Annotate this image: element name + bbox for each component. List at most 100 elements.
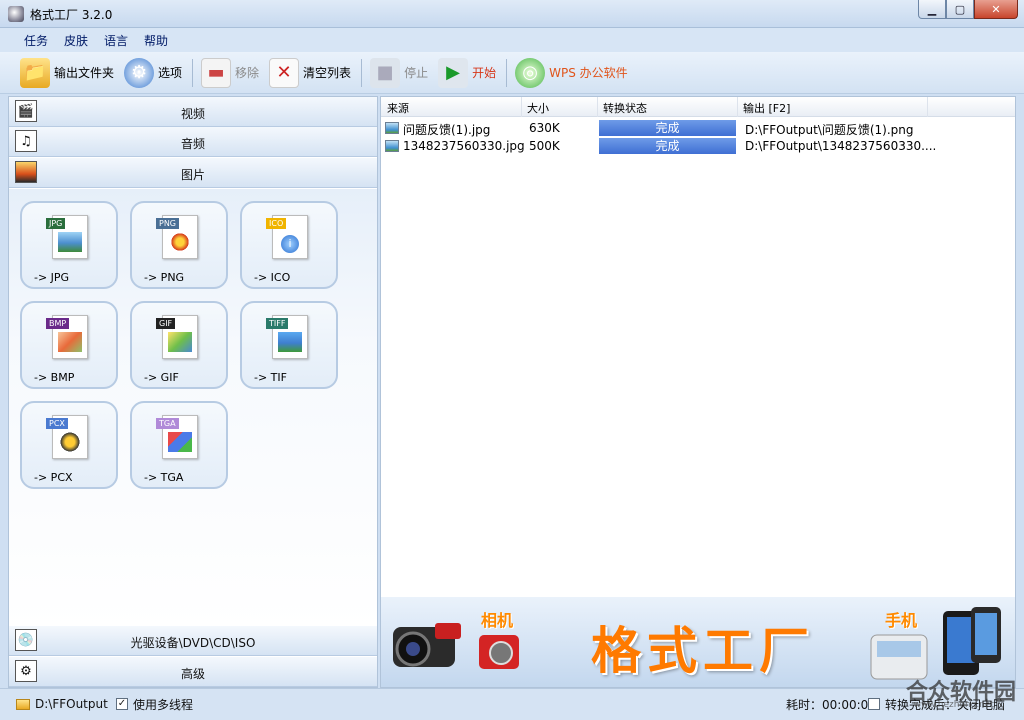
wps-button[interactable]: ◎ WPS 办公软件 [515, 56, 628, 90]
menu-language[interactable]: 语言 [96, 32, 136, 49]
camera-label: 相机 [481, 611, 514, 630]
category-rom-label: 光驱设备\DVD\CD\ISO [130, 636, 256, 650]
shapes-icon [168, 332, 192, 352]
options-label: 选项 [158, 66, 183, 80]
folder-icon: 📁 [20, 57, 50, 88]
output-folder-label: 输出文件夹 [54, 66, 115, 80]
title-bar: 格式工厂 3.2.0 ▁ ▢ ✕ [0, 0, 1024, 28]
toolbar-separator [192, 58, 194, 87]
image-format-grid: JPG -> JPG PNG -> PNG ICO i -> ICO BMP -… [9, 189, 377, 629]
column-divider[interactable] [737, 97, 738, 117]
stop-icon: ■ [370, 57, 401, 88]
format-label: -> ICO [254, 271, 291, 284]
elapsed-label: 耗时：00:00:01 [786, 697, 876, 712]
category-audio-label: 音频 [180, 137, 205, 151]
format-gif-button[interactable]: GIF -> GIF [130, 301, 228, 389]
task-source: 1348237560330.jpg [403, 139, 525, 153]
format-tag: TGA [156, 418, 179, 429]
format-tif-button[interactable]: TIFF -> TIF [240, 301, 338, 389]
elapsed-time: 耗时：00:00:01 [786, 693, 876, 715]
close-button[interactable]: ✕ [974, 0, 1018, 19]
category-audio[interactable]: ♫ 音频 [9, 127, 377, 157]
task-source: 问题反馈(1).jpg [403, 123, 491, 137]
format-label: -> TIF [254, 371, 287, 384]
column-divider[interactable] [597, 97, 598, 117]
task-output: D:\FFOutput\1348237560330.... [745, 139, 937, 153]
multithread-checkbox[interactable]: ✓ [116, 698, 128, 710]
format-tag: GIF [156, 318, 176, 329]
multithread-toggle[interactable]: ✓ 使用多线程 [116, 693, 193, 715]
clear-list-label: 清空列表 [303, 66, 352, 80]
shutdown-checkbox[interactable] [868, 698, 880, 710]
phone-icon [870, 607, 1001, 680]
status-bar: D:\FFOutput ✓ 使用多线程 耗时：00:00:01 转换完成后：关闭… [0, 688, 1024, 720]
paint-icon [58, 332, 82, 352]
task-size: 630K [529, 121, 560, 135]
column-status[interactable]: 转换状态 [603, 100, 647, 116]
column-divider[interactable] [521, 97, 522, 117]
format-label: -> GIF [144, 371, 179, 384]
category-rom[interactable]: 💿 光驱设备\DVD\CD\ISO [9, 626, 377, 656]
format-tag: TIFF [266, 318, 289, 329]
menu-help[interactable]: 帮助 [136, 32, 176, 49]
task-status: 完成 [599, 138, 736, 154]
output-folder-button[interactable]: 📁 输出文件夹 [20, 56, 114, 90]
image-file-icon [385, 122, 399, 134]
format-bmp-button[interactable]: BMP -> BMP [20, 301, 118, 389]
output-path[interactable]: D:\FFOutput [16, 693, 108, 715]
column-source[interactable]: 来源 [387, 100, 409, 116]
task-status: 完成 [599, 120, 736, 136]
format-tag: PCX [46, 418, 68, 429]
format-jpg-button[interactable]: JPG -> JPG [20, 201, 118, 289]
menu-bar: 任务 皮肤 语言 帮助 [0, 28, 1024, 52]
format-label: -> BMP [34, 371, 75, 384]
format-ico-button[interactable]: ICO i -> ICO [240, 201, 338, 289]
remove-label: 移除 [235, 66, 260, 80]
clear-list-button[interactable]: ✕ 清空列表 [269, 56, 351, 90]
info-icon: i [281, 235, 299, 253]
options-button[interactable]: ⚙ 选项 [124, 56, 182, 90]
format-tag: JPG [46, 218, 66, 229]
format-tga-button[interactable]: TGA -> TGA [130, 401, 228, 489]
category-advanced[interactable]: ⚙ 高级 [9, 657, 377, 687]
format-tag: BMP [46, 318, 70, 329]
start-label: 开始 [472, 66, 497, 80]
task-row[interactable]: 问题反馈(1).jpg 630K 完成 D:\FFOutput\问题反馈(1).… [381, 119, 1015, 137]
column-divider[interactable] [927, 97, 928, 117]
flower-icon [168, 232, 192, 252]
task-list-panel: 来源 大小 转换状态 输出 [F2] 问题反馈(1).jpg 630K 完成 D… [380, 96, 1016, 688]
menu-skin[interactable]: 皮肤 [56, 32, 96, 49]
category-image-label: 图片 [180, 168, 205, 182]
start-button[interactable]: ▶ 开始 [438, 56, 496, 90]
category-image[interactable]: 图片 [9, 158, 377, 188]
category-video-label: 视频 [180, 107, 205, 121]
toolbar-separator [361, 58, 363, 87]
format-label: -> PCX [34, 471, 73, 484]
stop-label: 停止 [404, 66, 429, 80]
column-size[interactable]: 大小 [527, 100, 549, 116]
maximize-button[interactable]: ▢ [946, 0, 974, 19]
format-pcx-button[interactable]: PCX -> PCX [20, 401, 118, 489]
watermark-url: www.hezhong.net [913, 700, 994, 710]
column-output[interactable]: 输出 [F2] [743, 100, 790, 116]
category-panel: 🎬 视频 ♫ 音频 图片 JPG -> JPG PNG -> PNG ICO i… [8, 96, 378, 688]
format-label: -> JPG [34, 271, 70, 284]
task-size: 500K [529, 139, 560, 153]
task-output: D:\FFOutput\问题反馈(1).png [745, 123, 914, 137]
clear-icon: ✕ [269, 57, 300, 88]
gear-icon: ⚙ [124, 57, 155, 88]
format-tag: ICO [266, 218, 287, 229]
category-video[interactable]: 🎬 视频 [9, 97, 377, 127]
format-png-button[interactable]: PNG -> PNG [130, 201, 228, 289]
toolbar-separator [506, 58, 508, 87]
stop-button[interactable]: ■ 停止 [370, 56, 428, 90]
palette-icon [58, 432, 82, 452]
task-row[interactable]: 1348237560330.jpg 500K 完成 D:\FFOutput\13… [381, 137, 1015, 155]
wps-label: WPS 办公软件 [549, 66, 628, 80]
remove-button[interactable]: ▬ 移除 [201, 56, 259, 90]
multithread-label: 使用多线程 [133, 697, 194, 712]
minimize-button[interactable]: ▁ [918, 0, 946, 19]
menu-task[interactable]: 任务 [16, 32, 56, 49]
category-advanced-label: 高级 [180, 667, 205, 681]
format-tag: PNG [156, 218, 180, 229]
